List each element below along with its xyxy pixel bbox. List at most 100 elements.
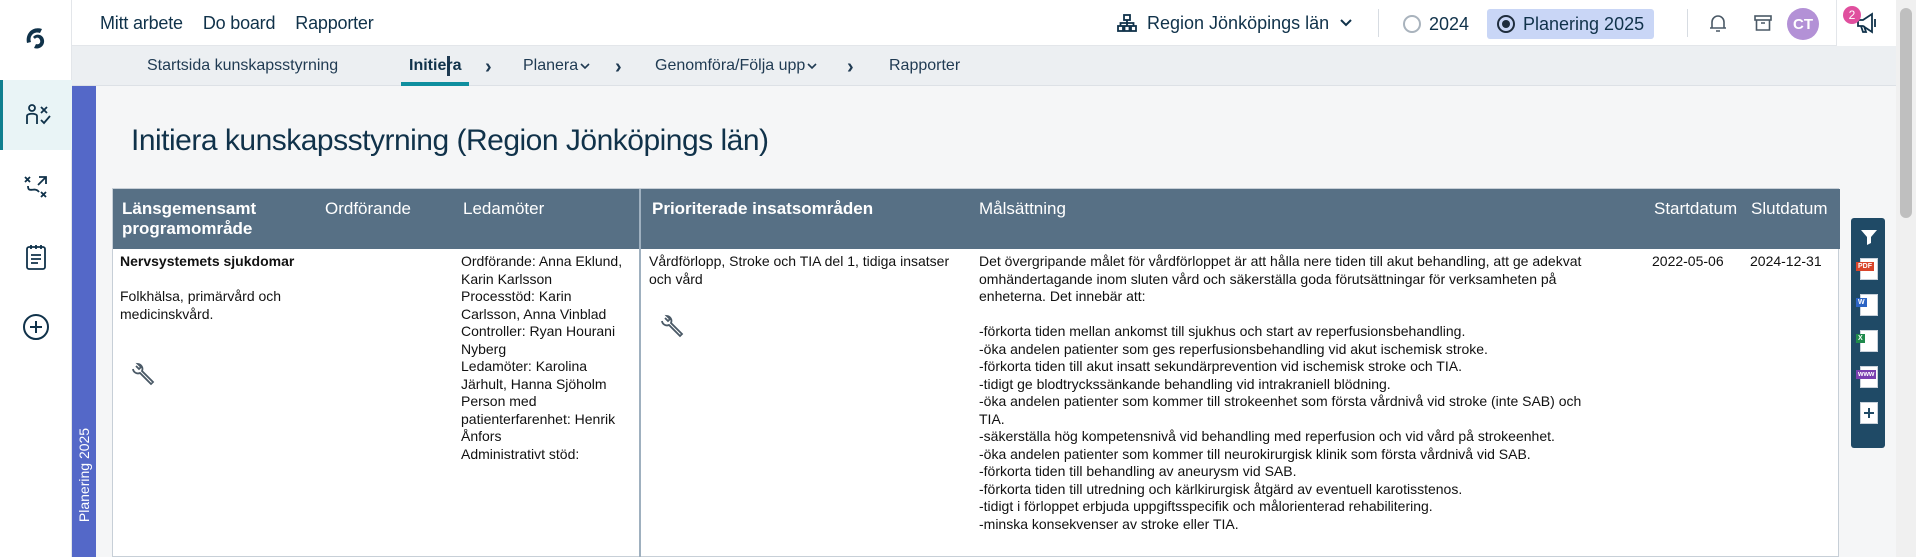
user-avatar[interactable]: CT [1787, 8, 1819, 40]
members-line: Järhult, Hanna Sjöholm [461, 375, 607, 392]
edit-focus-area-button[interactable] [658, 313, 684, 344]
chevron-right-icon: › [615, 56, 622, 78]
objective-line [979, 306, 1649, 324]
nav-reports[interactable]: Rapporter [295, 13, 373, 34]
tab-plan-label: Planera [523, 57, 579, 74]
planning-band-label: Planering 2025 [72, 420, 96, 530]
focus-area-text: Vårdförlopp, Stroke och TIA del 1, tidig… [649, 253, 979, 288]
add-document-button[interactable] [1858, 402, 1880, 424]
plus-icon [1864, 408, 1874, 418]
notifications-button[interactable] [1698, 0, 1738, 46]
members-line: Ledamöter: Karolina [461, 358, 588, 374]
objective-text: Det övergripande målet för vårdförloppet… [979, 253, 1649, 533]
top-nav: Mitt arbete Do board Rapporter [100, 0, 374, 46]
tab-plan[interactable]: Planera [523, 46, 590, 86]
objective-line: omhändertagande inom sluten vård och säk… [979, 270, 1557, 287]
notification-badge: 2 [1843, 6, 1861, 24]
excel-tag: X [1856, 334, 1865, 343]
header-program-area: Länsgemensamt programområde [122, 199, 257, 238]
tab-execute-label: Genomföra/Följa upp [655, 57, 806, 74]
chevron-down-icon [580, 63, 590, 70]
objective-line: Det övergripande målet för vårdförloppet… [979, 253, 1582, 269]
strategy-icon [24, 176, 47, 198]
chevron-down-icon [1340, 19, 1352, 27]
table-header: Länsgemensamt programområde Ordförande L… [113, 189, 1840, 249]
word-tag: W [1856, 298, 1867, 307]
radio-icon [1403, 15, 1421, 33]
region-selector[interactable]: Region Jönköpings län [1117, 0, 1353, 46]
focus-area-line: Vårdförlopp, Stroke och TIA del 1, tidig… [649, 253, 950, 269]
year-option-planning-2025[interactable]: Planering 2025 [1487, 9, 1655, 39]
rail-item-documents[interactable] [0, 222, 72, 292]
wrench-icon [132, 362, 155, 386]
column-divider [639, 189, 641, 557]
objective-line: -öka andelen patienter som kommer till n… [979, 445, 1531, 462]
members-line: Ordförande: Anna Eklund, [461, 253, 623, 269]
rail-item-add[interactable] [0, 292, 72, 362]
members-list: Ordförande: Anna Eklund, Karin Karlsson Pr… [461, 253, 636, 463]
add-circle-icon [23, 314, 49, 340]
objective-line: -säkerställa hög kompetensnivå vid behan… [979, 428, 1555, 444]
tab-start[interactable]: Startsida kunskapsstyrning [147, 46, 338, 86]
header-objective: Målsättning [979, 199, 1066, 218]
tab-initiate[interactable]: Initiera [400, 46, 471, 86]
year-label: Planering 2025 [1523, 13, 1645, 34]
members-line: Person med [461, 393, 537, 409]
members-line: Carlsson, Anna Vinblad [461, 305, 607, 322]
header-members: Ledamöter [463, 199, 545, 218]
filter-button[interactable] [1858, 226, 1880, 248]
header-chair: Ordförande [325, 199, 411, 218]
focus-area-line: och vård [649, 270, 703, 287]
objective-line: -tidigt i förloppet erbjuda uppgiftsspec… [979, 498, 1433, 514]
objective-line: -minska konsekvenser av stroke eller TIA… [979, 515, 1239, 532]
pdf-tag: PDF [1856, 262, 1874, 271]
members-line: Administrativt stöd: [461, 445, 580, 462]
members-line: Controller: Ryan Hourani [461, 323, 616, 339]
export-toolbar: PDF W X www [1851, 218, 1885, 448]
objective-line: -tidigt ge blodtryckssänkande behandling… [979, 375, 1391, 392]
header-start-date: Startdatum [1654, 199, 1738, 218]
rail-item-initiate[interactable] [0, 80, 72, 150]
person-task-icon [25, 104, 51, 125]
objective-line: -förkorta tiden till akut insatt sekundä… [979, 358, 1462, 374]
chevron-right-icon: › [485, 56, 492, 78]
export-excel-button[interactable]: X [1856, 330, 1880, 352]
header-end-date: Slutdatum [1751, 199, 1828, 218]
members-line: Ånfors [461, 428, 502, 444]
scrollbar-thumb[interactable] [1900, 8, 1912, 218]
year-option-2024[interactable]: 2024 [1393, 9, 1479, 39]
initiation-table: Länsgemensamt programområde Ordförande L… [112, 188, 1840, 557]
members-line: Karin Karlsson [461, 270, 553, 287]
objective-line: -förkorta tiden till utredning och kärlk… [979, 480, 1463, 497]
rail-item-plan[interactable] [0, 152, 72, 222]
header-focus-areas: Prioriterade insatsområden [652, 199, 874, 218]
nav-my-work[interactable]: Mitt arbete [100, 13, 183, 34]
web-tag: www [1856, 370, 1877, 379]
page-title: Initiera kunskapsstyrning (Region Jönköp… [131, 124, 769, 157]
divider [1687, 9, 1688, 37]
members-line: patienterfarenhet: Henrik [461, 410, 616, 427]
archive-button[interactable] [1743, 0, 1783, 46]
tab-reports[interactable]: Rapporter [889, 46, 960, 86]
program-area-title: Nervsystemets sjukdomar [120, 253, 295, 269]
app-logo[interactable] [0, 0, 72, 76]
nav-do-board[interactable]: Do board [203, 13, 276, 34]
radio-selected-icon [1497, 15, 1515, 33]
org-chart-icon [1117, 14, 1137, 32]
export-pdf-button[interactable]: PDF [1856, 258, 1880, 280]
members-line: Processtöd: Karin [461, 288, 572, 304]
program-area-subtitle: Folkhälsa, primärvård och medicinskvård. [120, 288, 282, 322]
export-word-button[interactable]: W [1856, 294, 1880, 316]
export-web-button[interactable]: www [1856, 366, 1880, 388]
logo-icon [26, 28, 45, 49]
clipboard-icon [26, 245, 46, 270]
start-date-value: 2022-05-06 [1652, 253, 1724, 269]
objective-line: -förkorta tiden till behandling av aneur… [979, 463, 1297, 479]
objective-line: enheterna. Det innebär att: [979, 288, 1146, 304]
sub-nav: Startsida kunskapsstyrning Initiera › Pl… [72, 46, 1896, 86]
objective-line: -förkorta tiden mellan ankomst till sjuk… [979, 323, 1466, 339]
edit-program-area-button[interactable] [129, 361, 155, 392]
tab-execute[interactable]: Genomföra/Följa upp [655, 46, 817, 86]
objective-line: -öka andelen patienter som kommer till s… [979, 393, 1582, 409]
top-bar: Mitt arbete Do board Rapporter Region Jö… [72, 0, 1916, 46]
